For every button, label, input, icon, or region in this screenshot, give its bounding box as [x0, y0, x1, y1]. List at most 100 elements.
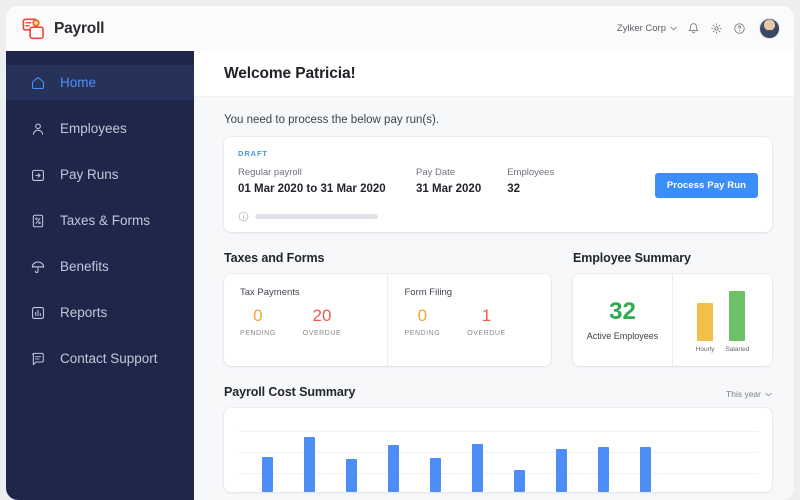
sidebar-item-taxes-forms[interactable]: Taxes & Forms — [6, 203, 194, 238]
progress-bar — [255, 214, 378, 219]
payroll-document-gear-logo-icon — [22, 18, 44, 39]
chart-bar — [303, 437, 315, 492]
pay-period-value: 01 Mar 2020 to 31 Mar 2020 — [238, 183, 386, 195]
main-content: Welcome Patricia! You need to process th… — [194, 51, 794, 500]
chart-bar — [345, 459, 357, 492]
page-title: Welcome Patricia! — [224, 65, 356, 82]
chart-bar-slot[interactable] — [246, 418, 288, 492]
pay-period-label: Regular payroll — [238, 167, 302, 178]
chart-bar-slot[interactable] — [540, 418, 582, 492]
form-filing-stats: 0 PENDING 1 OVERDUE — [405, 307, 552, 337]
chart-bar — [387, 445, 399, 492]
payroll-cost-chart-card[interactable] — [224, 408, 772, 492]
period-filter-value: This year — [726, 389, 761, 399]
chart-bar-slot[interactable] — [582, 418, 624, 492]
form-filing-pending[interactable]: 0 PENDING — [405, 307, 441, 337]
process-pay-run-button[interactable]: Process Pay Run — [654, 173, 758, 198]
chart-bar — [513, 469, 525, 492]
gear-icon[interactable] — [710, 22, 723, 35]
org-switcher[interactable]: Zylker Corp — [617, 23, 677, 34]
pay-run-fields: Regular payroll 01 Mar 2020 to 31 Mar 20… — [238, 167, 758, 198]
employees-label: Employees — [507, 167, 555, 178]
tax-payments-pending-value: 0 — [253, 306, 263, 325]
chart-bar-slot[interactable] — [456, 418, 498, 492]
form-filing-overdue[interactable]: 1 OVERDUE — [467, 307, 505, 337]
employee-summary-title: Employee Summary — [573, 251, 691, 265]
umbrella-icon — [31, 260, 45, 273]
active-employees-value: 32 — [609, 297, 636, 325]
form-filing-overdue-value: 1 — [481, 306, 492, 325]
chart-bar-slot[interactable] — [288, 418, 330, 492]
chart-bar-slot[interactable] — [708, 418, 750, 492]
sidebar-item-reports[interactable]: Reports — [6, 295, 194, 330]
dashboard-scroll-area[interactable]: You need to process the below pay run(s)… — [194, 97, 794, 500]
hourly-bar — [697, 303, 714, 341]
brand[interactable]: Payroll — [22, 18, 104, 40]
employee-summary-card[interactable]: 32 Active Employees Hourly Salaried — [573, 274, 772, 366]
org-name: Zylker Corp — [616, 23, 666, 34]
employees-field: Employees 32 — [507, 167, 554, 195]
user-icon — [33, 122, 44, 135]
pay-date-field: Pay Date 31 Mar 2020 — [416, 167, 481, 195]
tax-payments-stats: 0 PENDING 20 OVERDUE — [240, 307, 387, 337]
chart-bar-slot[interactable] — [666, 418, 708, 492]
chart-bar-slot[interactable] — [330, 418, 372, 492]
payroll-cost-chart — [238, 418, 758, 492]
tax-payments-pending[interactable]: 0 PENDING — [240, 307, 276, 337]
tax-payments-pending-caption: PENDING — [240, 329, 276, 337]
chart-bar — [639, 446, 651, 492]
sidebar-item-label: Contact Support — [60, 351, 158, 366]
chart-bar-slot[interactable] — [414, 418, 456, 492]
help-circle-icon[interactable] — [733, 22, 746, 35]
tax-payments-overdue-value: 20 — [312, 306, 332, 325]
percent-document-icon — [32, 214, 44, 227]
form-filing-pending-caption: PENDING — [404, 329, 441, 337]
sidebar-item-contact-support[interactable]: Contact Support — [6, 341, 194, 376]
tax-payments-title: Tax Payments — [240, 287, 300, 298]
home-icon — [32, 76, 44, 89]
period-filter[interactable]: This year — [726, 389, 772, 399]
form-filing-overdue-caption: OVERDUE — [467, 329, 506, 337]
chevron-down-icon — [765, 392, 772, 396]
sidebar-item-home[interactable]: Home — [6, 65, 194, 100]
chart-bar — [429, 458, 441, 492]
sidebar-item-label: Reports — [60, 305, 108, 320]
pay-date-label: Pay Date — [416, 167, 456, 178]
chart-bar-slot[interactable] — [624, 418, 666, 492]
tax-payments-overdue[interactable]: 20 OVERDUE — [303, 307, 341, 337]
chart-bars — [246, 418, 758, 492]
hourly-bar-column[interactable]: Hourly — [696, 303, 714, 353]
bell-icon[interactable] — [687, 22, 700, 35]
sidebar-item-label: Home — [60, 75, 97, 90]
avatar[interactable] — [759, 18, 780, 39]
form-filing-pending-value: 0 — [417, 306, 428, 325]
status-badge: DRAFT — [238, 149, 268, 158]
top-bar: Payroll Zylker Corp — [6, 6, 794, 51]
pay-date-value: 31 Mar 2020 — [416, 183, 482, 195]
body: Home Employees Pay Runs Taxes & Forms Be… — [6, 51, 794, 500]
sidebar-item-pay-runs[interactable]: Pay Runs — [6, 157, 194, 192]
form-filing-title: Form Filing — [404, 287, 453, 298]
sidebar-item-label: Benefits — [60, 259, 109, 274]
chart-bar-slot[interactable] — [372, 418, 414, 492]
instruction-text: You need to process the below pay run(s)… — [224, 114, 440, 126]
pay-period-field: Regular payroll 01 Mar 2020 to 31 Mar 20… — [238, 167, 406, 195]
welcome-bar: Welcome Patricia! — [194, 51, 794, 97]
info-icon[interactable] — [238, 211, 249, 222]
salaried-bar-column[interactable]: Salaried — [725, 291, 749, 353]
top-bar-actions: Zylker Corp — [617, 18, 780, 39]
active-employees-block[interactable]: 32 Active Employees — [573, 274, 672, 366]
sidebar-item-employees[interactable]: Employees — [6, 111, 194, 146]
pay-run-card[interactable]: DRAFT Regular payroll 01 Mar 2020 to 31 … — [224, 137, 772, 232]
taxes-card[interactable]: Tax Payments 0 PENDING 20 OVERDUE Form F… — [224, 274, 551, 366]
form-filing-group: Form Filing 0 PENDING 1 OVERDUE — [386, 274, 552, 366]
app-window: Payroll Zylker Corp Home Employees Pay R… — [6, 6, 794, 500]
chart-bar-slot[interactable] — [498, 418, 540, 492]
sidebar-item-benefits[interactable]: Benefits — [6, 249, 194, 284]
brand-name: Payroll — [54, 19, 105, 37]
employees-value: 32 — [507, 183, 521, 195]
employee-summary-section: Employee Summary 32 Active Employees Hou… — [573, 251, 772, 366]
sidebar-item-label: Pay Runs — [60, 167, 119, 182]
active-employees-caption: Active Employees — [586, 330, 659, 341]
bar-chart-icon — [32, 306, 44, 319]
